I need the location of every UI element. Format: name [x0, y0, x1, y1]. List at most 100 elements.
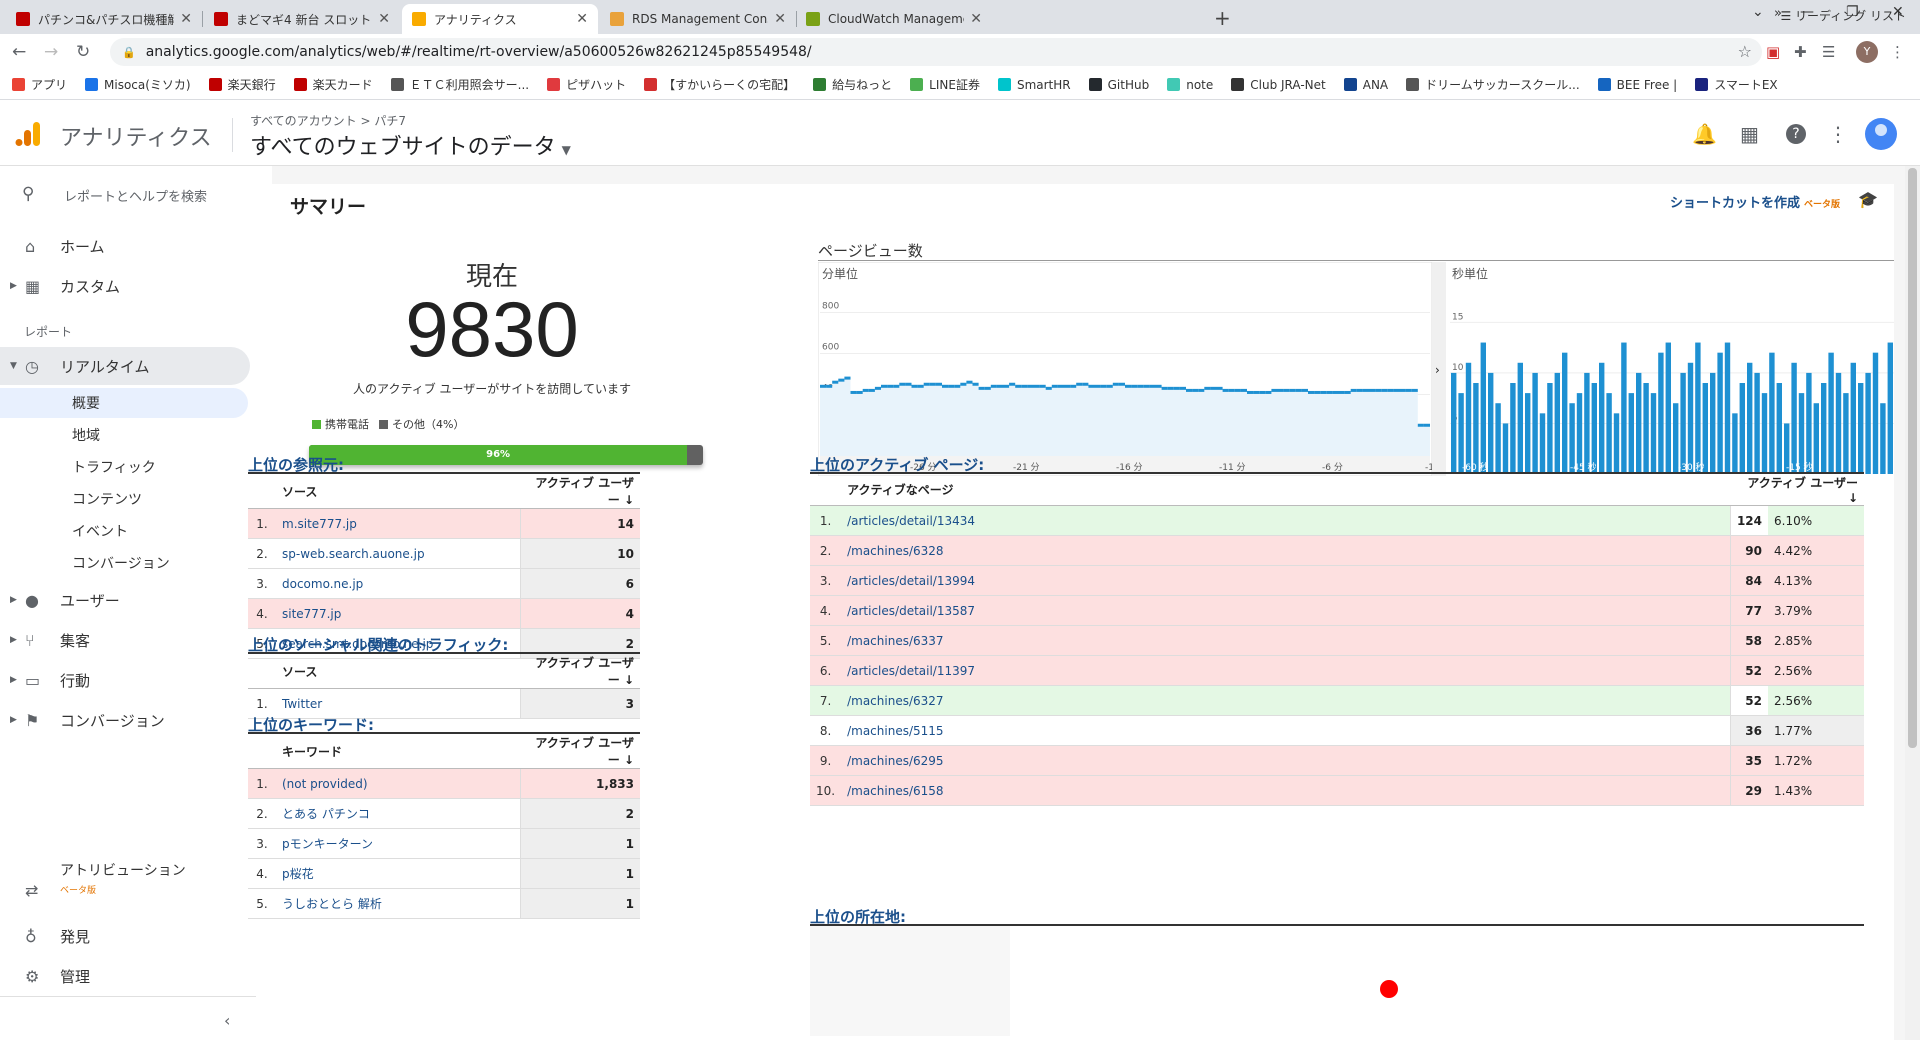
account-avatar[interactable]	[1865, 118, 1897, 150]
reload-icon[interactable]: ↻	[76, 42, 90, 62]
row-link[interactable]: /machines/6337	[841, 625, 1731, 656]
academy-cap-icon[interactable]: 🎓	[1858, 190, 1878, 209]
bookmark-star-icon[interactable]: ☆	[1738, 42, 1752, 61]
row-link[interactable]: /articles/detail/13587	[841, 595, 1731, 626]
nav-attribution[interactable]: ⇄ アトリビューション ベータ版	[0, 862, 250, 918]
bookmark-item[interactable]: 楽天銀行	[208, 76, 276, 93]
realtime-subitem[interactable]: コンバージョン	[0, 548, 248, 578]
nav-discover[interactable]: ♁ 発見	[0, 917, 250, 955]
back-icon[interactable]: ←	[12, 42, 26, 62]
apps-grid-icon[interactable]: ▦	[1740, 122, 1759, 146]
profile-avatar[interactable]: Y	[1856, 41, 1878, 63]
more-vert-icon[interactable]: ⋮	[1828, 122, 1848, 146]
row-link[interactable]: site777.jp	[276, 598, 520, 629]
row-link[interactable]: docomo.ne.jp	[276, 568, 520, 599]
tab-close-icon[interactable]: ✕	[970, 11, 982, 27]
property-selector[interactable]: すべてのウェブサイトのデータ ▼	[250, 129, 571, 161]
bookmark-item[interactable]: SmartHR	[997, 78, 1071, 92]
address-bar[interactable]: 🔒 analytics.google.com/analytics/web/#/r…	[110, 38, 1762, 66]
bookmark-item[interactable]: ドリームサッカースクール...	[1406, 76, 1580, 93]
realtime-subitem[interactable]: トラフィック	[0, 452, 248, 482]
location-map[interactable]	[810, 924, 1864, 1038]
row-link[interactable]: m.site777.jp	[276, 508, 520, 539]
row-link[interactable]: とある パチンコ	[276, 798, 520, 829]
tab-close-icon[interactable]: ✕	[378, 11, 390, 27]
nav-custom[interactable]: ▶ ▦ カスタム	[0, 267, 250, 305]
row-link[interactable]: /machines/6158	[841, 775, 1731, 806]
create-shortcut-link[interactable]: ショートカットを作成 ベータ版	[1670, 192, 1840, 211]
url-text[interactable]: analytics.google.com/analytics/web/#/rea…	[146, 44, 812, 60]
row-link[interactable]: /articles/detail/13434	[841, 505, 1731, 536]
row-link[interactable]: sp-web.search.auone.jp	[276, 538, 520, 569]
media-control-icon[interactable]: ☰	[1822, 43, 1835, 61]
tab-close-icon[interactable]: ✕	[180, 11, 192, 27]
bookmark-item[interactable]: Misoca(ミソカ)	[85, 76, 191, 93]
nav-admin[interactable]: ⚙ 管理	[0, 957, 250, 995]
bookmark-item[interactable]: 楽天カード	[293, 76, 373, 93]
header-active-users[interactable]: アクティブ ユーザー ↓	[1730, 472, 1864, 506]
tab-search-icon[interactable]: ⌄	[1752, 4, 1764, 20]
row-link[interactable]: /machines/6328	[841, 535, 1731, 566]
row-link[interactable]: /machines/6295	[841, 745, 1731, 776]
bookmark-item[interactable]: 給与ねっと	[813, 76, 892, 93]
bookmark-item[interactable]: BEE Free |	[1597, 78, 1677, 92]
extension-icon[interactable]: ▣	[1766, 43, 1780, 61]
bookmark-item[interactable]: note	[1167, 78, 1213, 92]
help-icon[interactable]: ?	[1786, 124, 1806, 144]
tab-close-icon[interactable]: ✕	[576, 11, 588, 27]
notifications-bell-icon[interactable]: 🔔	[1692, 122, 1717, 146]
bookmark-item[interactable]: 【すかいらーくの宅配】	[644, 76, 795, 93]
row-value: 4	[519, 598, 640, 629]
nav-acquisition[interactable]: ▶ ⑂ 集客	[0, 621, 250, 659]
row-link[interactable]: うしおととら 解析	[276, 888, 520, 919]
new-tab-button[interactable]: +	[1214, 6, 1231, 30]
bookmark-item[interactable]: ＥＴＣ利用照会サー...	[390, 76, 529, 93]
analytics-logo-icon[interactable]	[14, 120, 42, 148]
scrollbar-thumb[interactable]	[1908, 168, 1917, 748]
tab-close-icon[interactable]: ✕	[774, 11, 786, 27]
account-breadcrumb[interactable]: すべてのアカウント > パチ7	[250, 112, 406, 129]
row-link[interactable]: /machines/5115	[841, 715, 1731, 746]
browser-tab[interactable]: CloudWatch Management Conso ✕	[796, 4, 992, 34]
bookmark-item[interactable]: ピザハット	[547, 76, 626, 93]
bookmark-item[interactable]: LINE証券	[910, 76, 980, 93]
row-link[interactable]: (not provided)	[276, 768, 520, 799]
nav-home[interactable]: ⌂ ホーム	[0, 227, 250, 265]
nav-users[interactable]: ▶ ● ユーザー	[0, 581, 250, 619]
collapse-sidebar-icon[interactable]: ‹	[224, 1011, 230, 1030]
page-scrollbar[interactable]	[1905, 166, 1920, 1040]
reading-list-button[interactable]: ☰ リーディング リスト	[1780, 7, 1906, 24]
forward-icon[interactable]: →	[44, 42, 58, 62]
extensions-puzzle-icon[interactable]: ✚	[1794, 43, 1807, 61]
panel-arrow-icon[interactable]: ›	[1435, 363, 1440, 377]
header-active-users[interactable]: アクティブ ユーザー ↓	[520, 472, 640, 509]
nav-behavior[interactable]: ▶ ▭ 行動	[0, 661, 250, 699]
realtime-subitem[interactable]: イベント	[0, 516, 248, 546]
nav-attribution-label: アトリビューション	[60, 863, 186, 879]
bookmark-item[interactable]: ANA	[1343, 78, 1388, 92]
bookmark-item[interactable]: GitHub	[1088, 78, 1149, 92]
person-icon: ●	[25, 590, 39, 610]
row-link[interactable]: /articles/detail/13994	[841, 565, 1731, 596]
row-link[interactable]: /machines/6327	[841, 685, 1731, 716]
row-link[interactable]: /articles/detail/11397	[841, 655, 1731, 686]
row-link[interactable]: pモンキーターン	[276, 828, 520, 859]
report-search[interactable]: ⚲ レポートとヘルプを検索	[22, 184, 207, 205]
browser-tab[interactable]: まどマギ4 新台 スロット | 解析 天井 ✕	[204, 4, 400, 34]
nav-realtime[interactable]: ▼ ◷ リアルタイム	[0, 347, 250, 385]
header-active-users[interactable]: アクティブ ユーザー ↓	[520, 652, 640, 689]
header-active-users[interactable]: アクティブ ユーザー ↓	[520, 732, 640, 769]
nav-conversion[interactable]: ▶ ⚑ コンバージョン	[0, 701, 250, 739]
browser-tab[interactable]: RDS Management Console ✕	[600, 4, 796, 34]
realtime-subitem[interactable]: 地域	[0, 420, 248, 450]
location-marker[interactable]	[1380, 980, 1398, 998]
browser-tab[interactable]: アナリティクス ✕	[402, 4, 598, 34]
bookmark-item[interactable]: アプリ	[12, 76, 67, 93]
realtime-subitem[interactable]: 概要	[0, 388, 248, 418]
realtime-subitem[interactable]: コンテンツ	[0, 484, 248, 514]
bookmark-item[interactable]: スマートEX	[1695, 76, 1778, 93]
bookmark-item[interactable]: Club JRA-Net	[1231, 78, 1326, 92]
browser-menu-icon[interactable]: ⋮	[1890, 43, 1905, 61]
browser-tab[interactable]: パチンコ&パチスロ機種解析・店舗情 ✕	[6, 4, 202, 34]
row-link[interactable]: p桜花	[276, 858, 520, 889]
